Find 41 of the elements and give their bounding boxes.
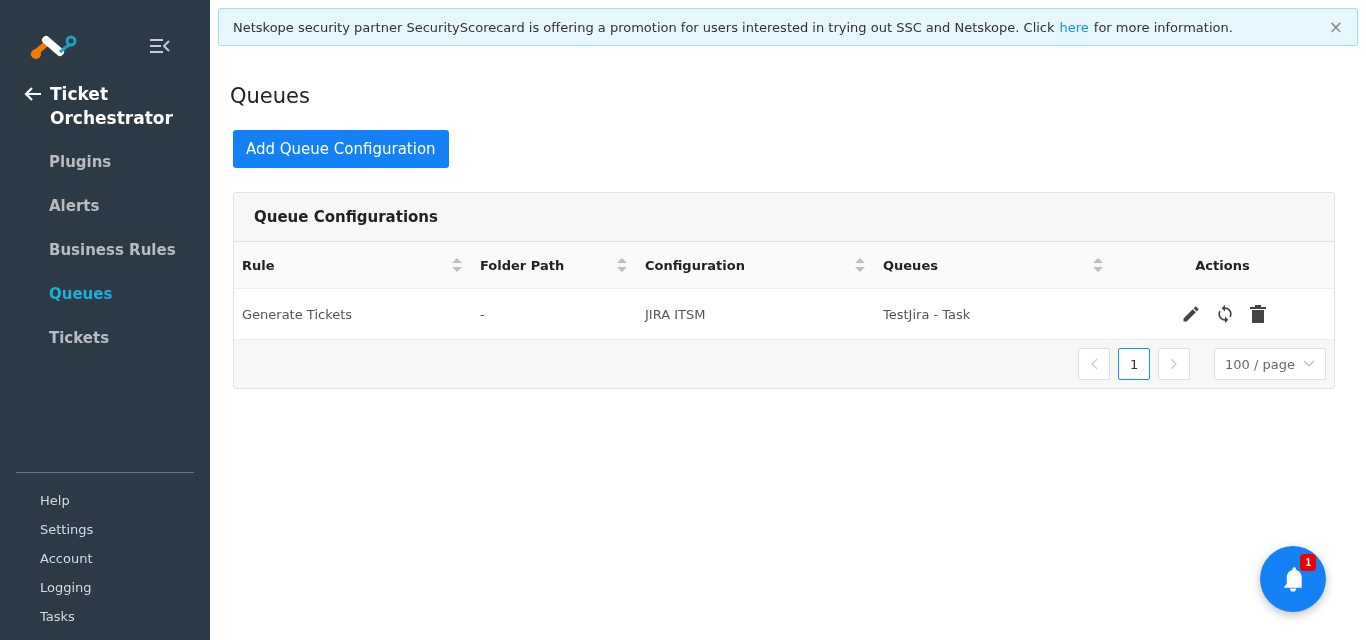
table-cell: TestJira - Task: [883, 306, 971, 322]
table-cell: -: [480, 306, 485, 322]
table-cell: Generate Tickets: [242, 306, 353, 322]
sort-icon[interactable]: [452, 258, 462, 272]
sort-icon[interactable]: [1093, 258, 1103, 272]
sort-icon[interactable]: [855, 258, 865, 272]
notifications-button[interactable]: 1: [1260, 546, 1326, 612]
trash-icon[interactable]: [1248, 304, 1267, 324]
back-arrow-icon[interactable]: [24, 86, 42, 102]
page-button[interactable]: 1: [1118, 348, 1151, 380]
page-title: Queues: [230, 84, 311, 108]
sidebar-footer-item[interactable]: Account: [40, 549, 194, 568]
menu-collapse-icon[interactable]: [150, 39, 170, 53]
column-header: Actions: [1195, 257, 1250, 273]
sidebar-item[interactable]: Plugins: [49, 140, 210, 184]
chevron-down-icon: [1303, 360, 1315, 368]
chevron-left-icon: [1090, 358, 1099, 370]
sidebar-footer-item[interactable]: Help: [40, 491, 194, 510]
sidebar-footer-item[interactable]: Settings: [40, 520, 194, 539]
add-queue-configuration-button[interactable]: Add Queue Configuration: [233, 130, 449, 168]
column-header: Queues: [883, 257, 938, 273]
sidebar-footer-item[interactable]: Logging: [40, 578, 194, 597]
table-cell: JIRA ITSM: [645, 306, 706, 322]
banner-text: for more information.: [1093, 19, 1233, 35]
sidebar-title: Ticket Orchestrator: [50, 83, 174, 130]
sidebar-item[interactable]: Queues: [49, 272, 210, 316]
banner-link[interactable]: here: [1059, 19, 1089, 35]
sidebar-item[interactable]: Alerts: [49, 184, 210, 228]
sidebar-footer-item[interactable]: Tasks: [40, 607, 194, 626]
notification-count-badge: 1: [1300, 554, 1316, 571]
column-header: Rule: [242, 257, 275, 273]
sidebar-item[interactable]: Tickets: [49, 316, 210, 360]
column-header: Folder Path: [480, 257, 565, 273]
column-header: Configuration: [645, 257, 745, 273]
sort-icon[interactable]: [617, 258, 627, 272]
sidebar-item[interactable]: Business Rules: [49, 228, 210, 272]
page-size-dropdown[interactable]: 100 / page: [1214, 348, 1326, 380]
chevron-right-icon: [1170, 358, 1179, 370]
card-title: Queue Configurations: [254, 208, 438, 226]
banner-text: Netskope security partner SecurityScorecard is offering a promotion for users interested in trying out SSC and Netskope. Click: [233, 19, 1055, 35]
close-button[interactable]: ×: [1328, 17, 1343, 37]
